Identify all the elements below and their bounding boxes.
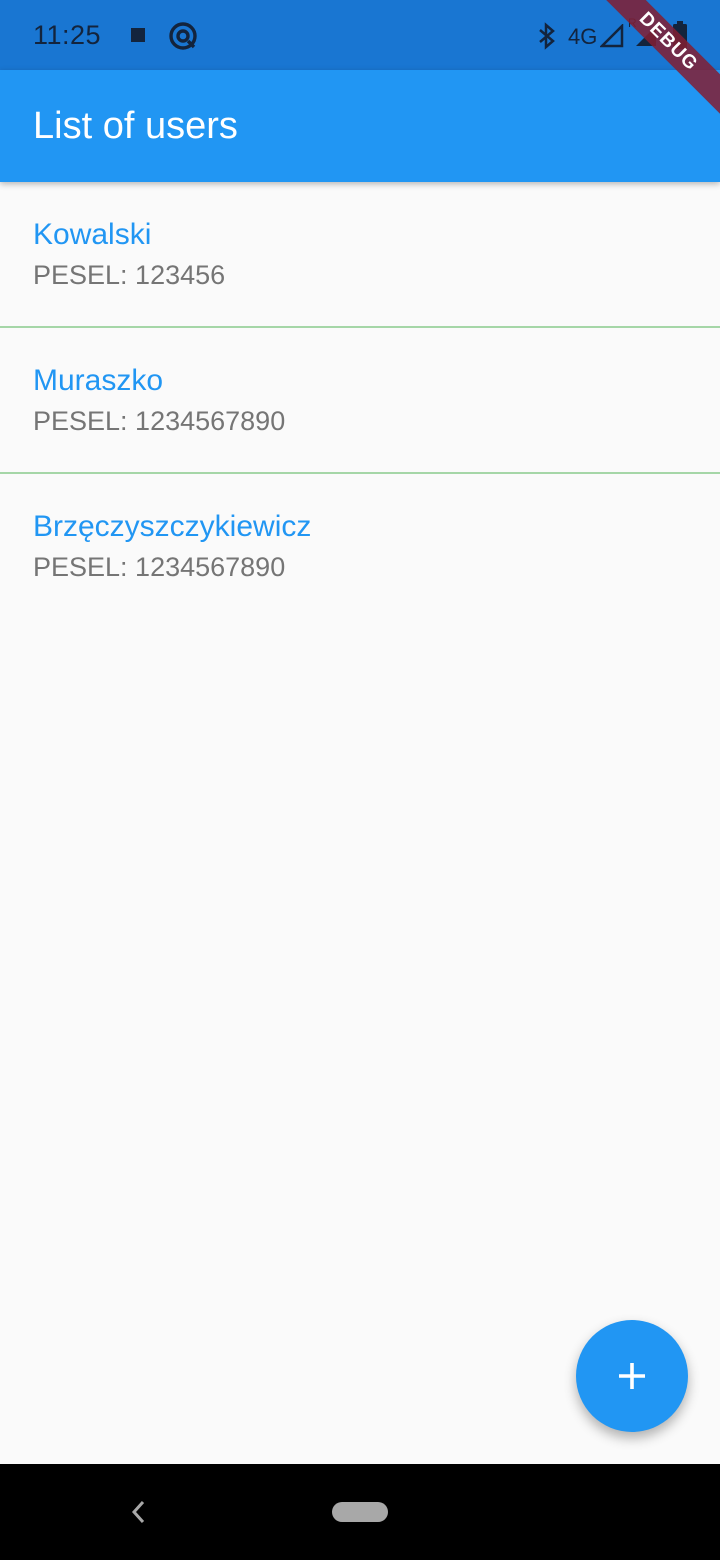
signal-icon: [598, 22, 624, 53]
at-sign-icon: [168, 21, 198, 56]
signal-roaming-icon: [634, 24, 658, 53]
battery-icon: [672, 20, 688, 55]
user-pesel: PESEL: 1234567890: [33, 552, 286, 582]
list-item[interactable]: Brzęczyszczykiewicz PESEL: 1234567890: [0, 474, 720, 618]
status-time: 11:25: [33, 20, 102, 50]
status-bar: 11:25 4G R: [0, 0, 720, 70]
list-item[interactable]: Muraszko PESEL: 1234567890: [0, 328, 720, 474]
network-type-label: 4G: [568, 24, 598, 49]
user-name: Brzęczyszczykiewicz: [33, 510, 312, 543]
page-title: List of users: [33, 105, 238, 147]
bluetooth-icon: [535, 22, 559, 55]
user-pesel: PESEL: 123456: [33, 260, 226, 290]
stop-square-icon: [130, 27, 146, 48]
user-name: Kowalski: [33, 218, 152, 251]
list-item[interactable]: Kowalski PESEL: 123456: [0, 182, 720, 328]
back-icon[interactable]: [126, 1496, 150, 1533]
user-name: Muraszko: [33, 364, 164, 397]
app-bar: List of users: [0, 70, 720, 182]
add-user-button[interactable]: [576, 1320, 688, 1432]
navigation-bar: [0, 1464, 720, 1560]
home-pill-icon[interactable]: [332, 1502, 388, 1522]
plus-icon: [616, 1360, 648, 1392]
user-pesel: PESEL: 1234567890: [33, 406, 286, 436]
user-list: Kowalski PESEL: 123456 Muraszko PESEL: 1…: [0, 182, 720, 618]
